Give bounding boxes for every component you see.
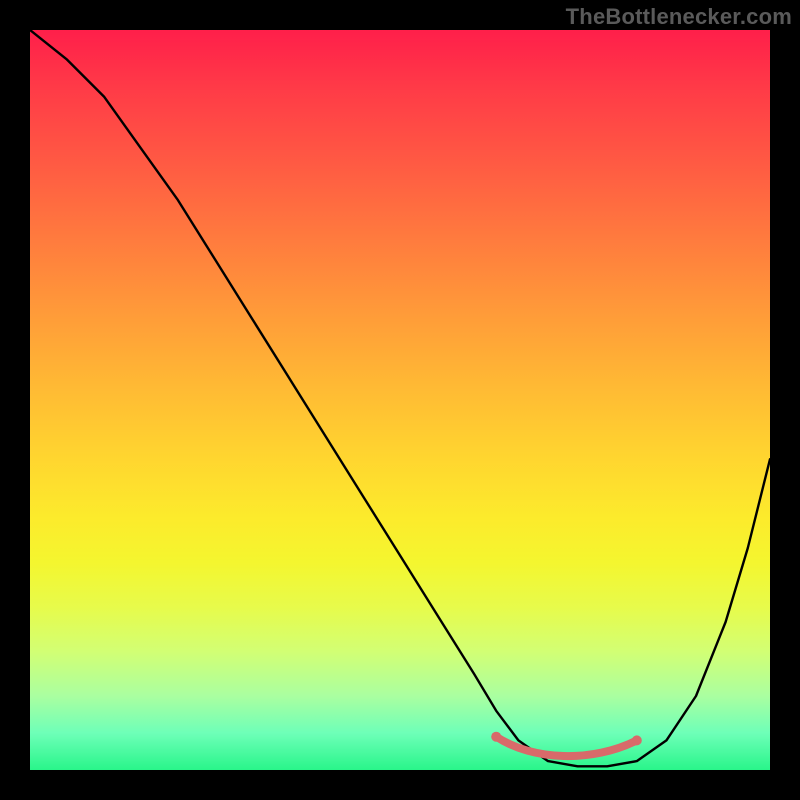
chart-frame: TheBottleneсker.com	[0, 0, 800, 800]
watermark-text: TheBottleneсker.com	[566, 4, 792, 30]
heat-gradient	[30, 30, 770, 770]
plot-area	[30, 30, 770, 770]
